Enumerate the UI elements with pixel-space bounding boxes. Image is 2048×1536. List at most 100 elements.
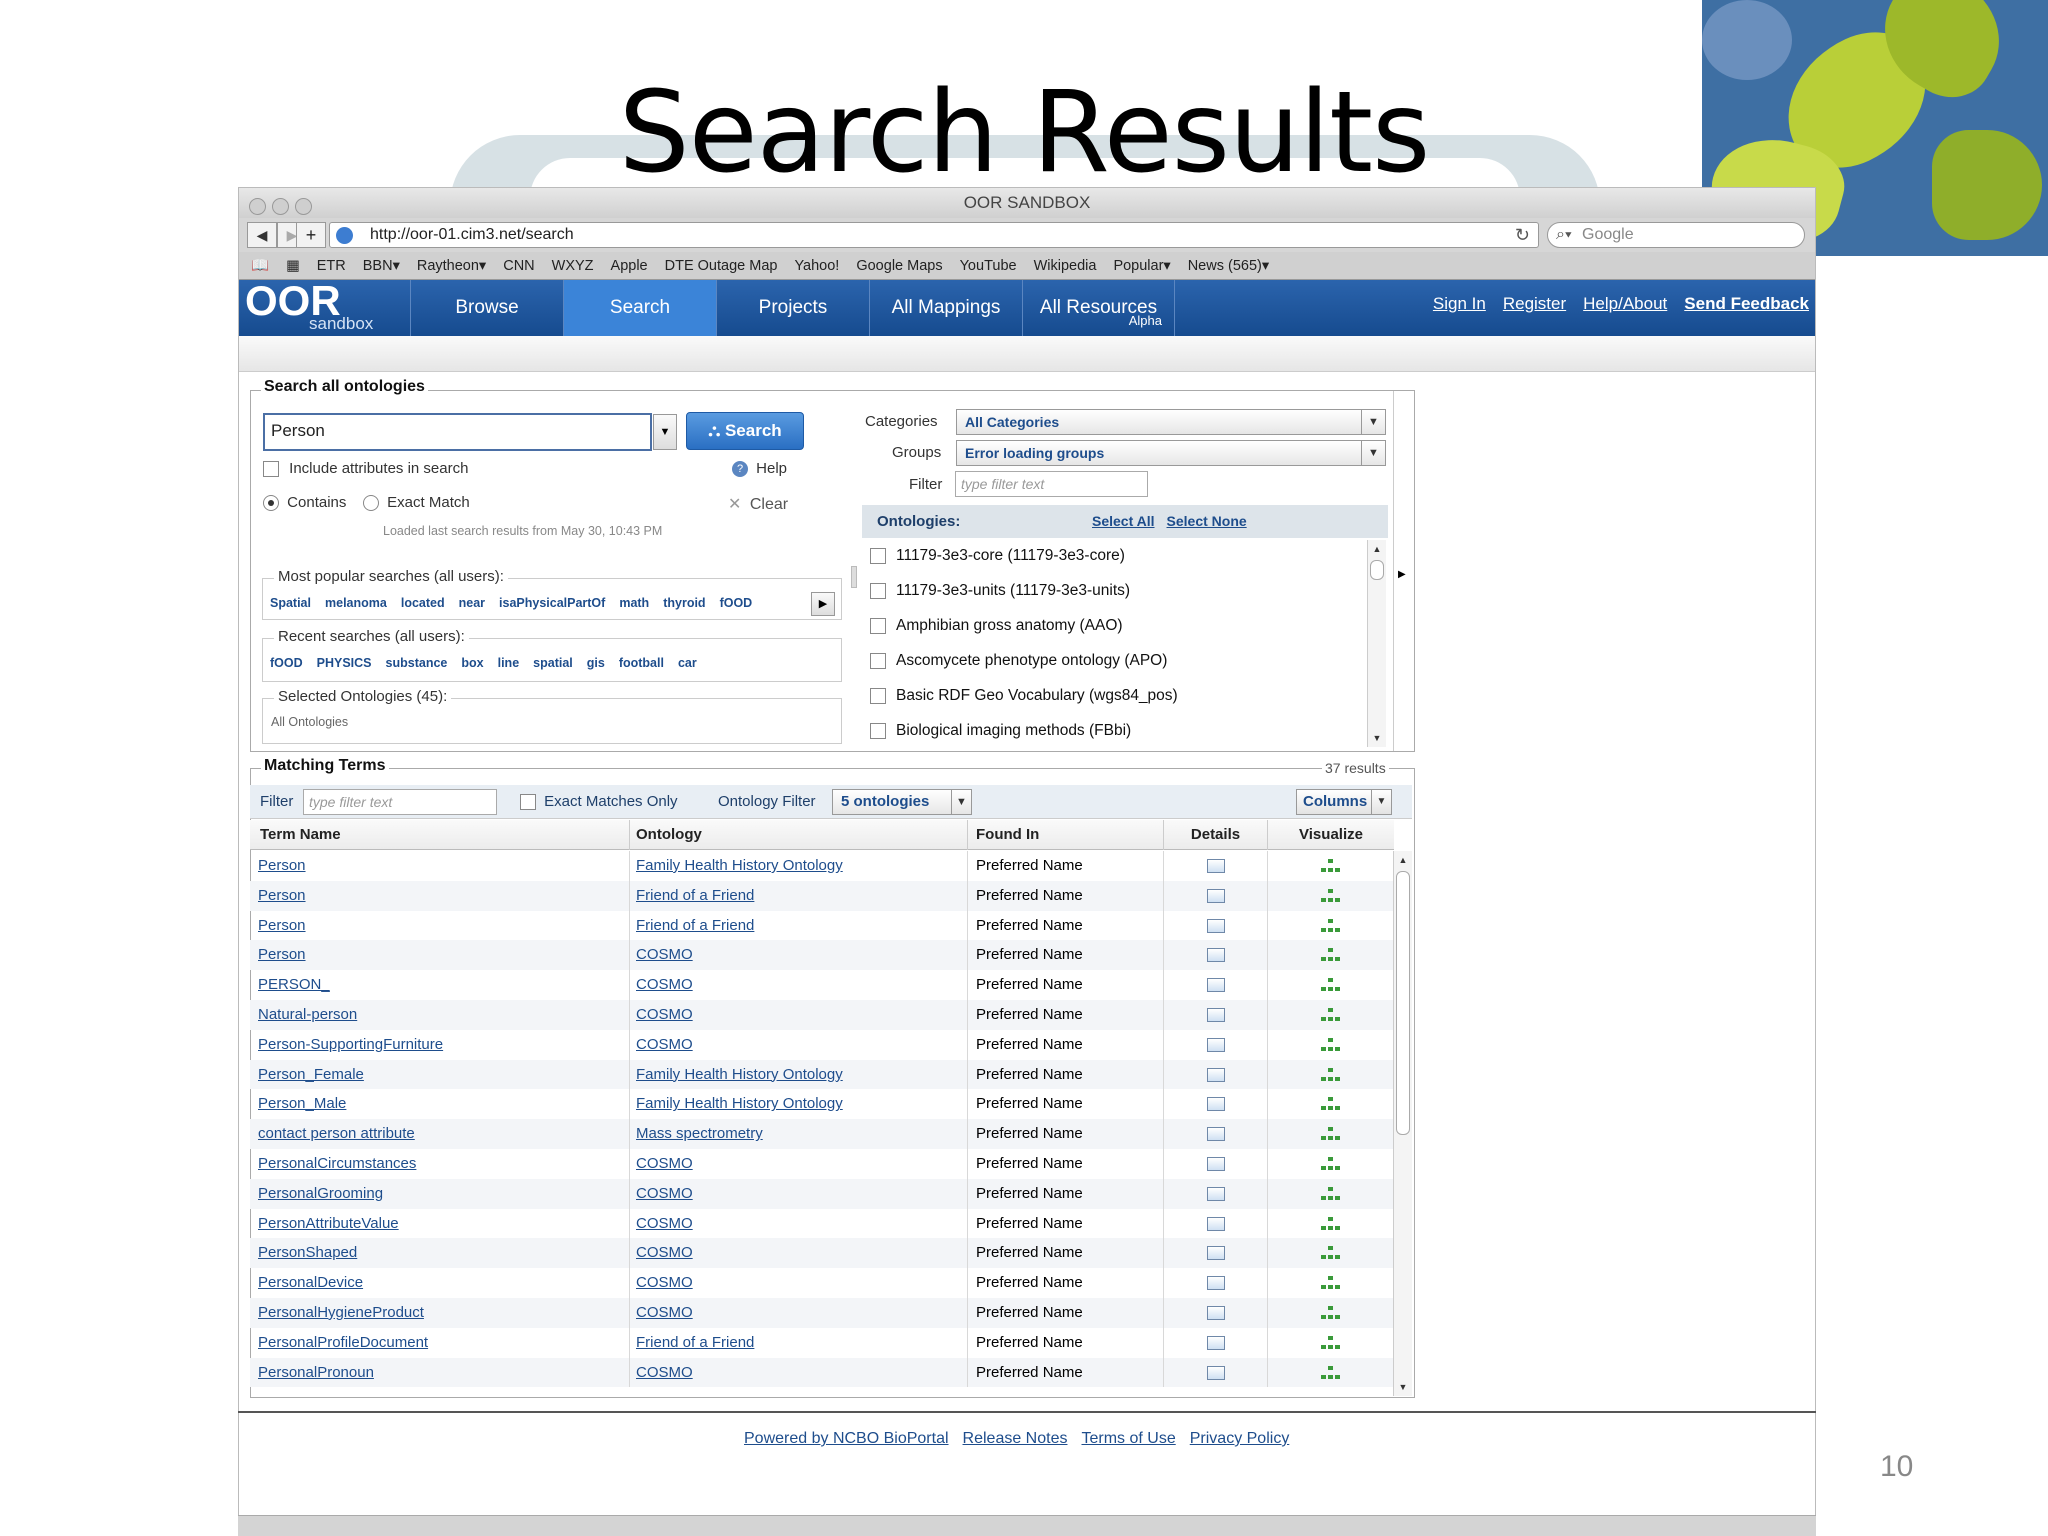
details-icon[interactable] <box>1206 1067 1225 1082</box>
term-name-link[interactable]: PersonalCircumstances <box>258 1155 416 1172</box>
ontology-checkbox[interactable] <box>870 722 886 739</box>
visualize-cell[interactable] <box>1268 1089 1394 1119</box>
add-bookmark-icon[interactable]: + <box>296 222 326 248</box>
list-item[interactable]: Amphibian gross anatomy (AAO) <box>862 608 1370 643</box>
table-row[interactable]: PERSON_ COSMO Preferred Name <box>250 970 1394 1000</box>
visualize-cell[interactable] <box>1268 911 1394 941</box>
details-cell[interactable] <box>1164 910 1268 941</box>
back-icon[interactable]: ◀ <box>247 222 277 248</box>
ontology-link[interactable]: Friend of a Friend <box>636 1334 754 1351</box>
term-name-link[interactable]: Person <box>258 917 306 934</box>
term-name-link[interactable]: contact person attribute <box>258 1125 415 1142</box>
details-cell[interactable] <box>1164 1029 1268 1060</box>
bookmark[interactable]: Raytheon▾ <box>417 258 486 274</box>
table-row[interactable]: contact person attribute Mass spectrometr… <box>250 1119 1394 1149</box>
ontology-link[interactable]: Family Health History Ontology <box>636 1066 843 1083</box>
details-cell[interactable] <box>1164 1148 1268 1179</box>
footer-link-bioportal[interactable]: Powered by NCBO BioPortal <box>744 1430 949 1447</box>
contains-option[interactable]: Contains <box>263 494 346 512</box>
visualize-cell[interactable] <box>1268 1060 1394 1090</box>
scroll-down-icon[interactable]: ▼ <box>1394 1378 1412 1396</box>
bookmark[interactable]: Popular▾ <box>1113 258 1170 274</box>
visualize-cell[interactable] <box>1268 1000 1394 1030</box>
ontology-link[interactable]: Family Health History Ontology <box>636 1095 843 1112</box>
table-row[interactable]: PersonalHygieneProduct COSMO Preferred Nam… <box>250 1297 1394 1328</box>
popular-tag[interactable]: fOOD <box>720 596 753 610</box>
visualize-cell[interactable] <box>1268 881 1394 911</box>
details-cell[interactable] <box>1164 1119 1268 1149</box>
details-icon[interactable] <box>1206 978 1225 993</box>
visualize-cell[interactable] <box>1268 1119 1394 1149</box>
ontology-link[interactable]: COSMO <box>636 1155 693 1172</box>
details-cell[interactable] <box>1164 1238 1268 1269</box>
scroll-thumb[interactable] <box>1370 560 1384 580</box>
scroll-down-icon[interactable]: ▼ <box>1368 729 1386 747</box>
top-sites-icon[interactable]: ▦ <box>286 258 300 274</box>
search-history-dropdown[interactable]: ▼ <box>653 414 677 450</box>
term-name-link[interactable]: PersonalDevice <box>258 1274 363 1291</box>
details-icon[interactable] <box>1206 948 1225 963</box>
ontology-checkbox[interactable] <box>870 582 886 599</box>
details-icon[interactable] <box>1206 1127 1225 1142</box>
details-cell[interactable] <box>1164 1327 1268 1358</box>
details-cell[interactable] <box>1164 1268 1268 1298</box>
recent-tag[interactable]: substance <box>386 656 448 670</box>
oor-logo[interactable]: OOR sandbox <box>245 280 380 336</box>
term-name-link[interactable]: PersonalHygieneProduct <box>258 1304 424 1321</box>
footer-link-terms[interactable]: Terms of Use <box>1081 1430 1175 1447</box>
bookmark[interactable]: Google Maps <box>856 258 942 274</box>
more-tags-arrow-icon[interactable]: ▶ <box>811 592 835 616</box>
details-icon[interactable] <box>1206 1157 1225 1171</box>
term-name-link[interactable]: Person_Male <box>258 1095 346 1112</box>
ontologies-scrollbar[interactable]: ▲ ▼ <box>1367 540 1386 747</box>
column-header-details[interactable]: Details <box>1164 820 1268 850</box>
collapse-arrow-icon[interactable]: ▶ <box>1398 569 1406 580</box>
term-name-link[interactable]: Person <box>258 946 306 963</box>
details-icon[interactable] <box>1206 1216 1225 1231</box>
details-icon[interactable] <box>1206 859 1225 874</box>
details-cell[interactable] <box>1164 1208 1268 1239</box>
ontology-link[interactable]: COSMO <box>636 946 693 963</box>
recent-tag[interactable]: box <box>461 656 483 670</box>
visualize-cell[interactable] <box>1268 851 1394 881</box>
table-row[interactable]: PersonalDevice COSMO Preferred Name <box>250 1268 1394 1298</box>
ontology-link[interactable]: Friend of a Friend <box>636 887 754 904</box>
address-bar[interactable]: + http://oor-01.cim3.net/search ↻ <box>296 222 1539 248</box>
register-link[interactable]: Register <box>1503 294 1566 313</box>
help-link[interactable]: ? Help <box>732 460 787 478</box>
popular-tag[interactable]: located <box>401 596 445 610</box>
ontology-link[interactable]: COSMO <box>636 976 693 993</box>
term-name-link[interactable]: PERSON_ <box>258 976 330 993</box>
ontology-link[interactable]: COSMO <box>636 1006 693 1023</box>
recent-tag[interactable]: PHYSICS <box>317 656 372 670</box>
visualize-cell[interactable] <box>1268 940 1394 970</box>
list-item[interactable]: Biological imaging methods (FBbi) <box>862 713 1370 748</box>
table-row[interactable]: Natural-person COSMO Preferred Name <box>250 999 1394 1030</box>
footer-link-release-notes[interactable]: Release Notes <box>963 1430 1068 1447</box>
bookmark[interactable]: BBN▾ <box>363 258 400 274</box>
send-feedback-link[interactable]: Send Feedback <box>1684 294 1809 313</box>
ontology-link[interactable]: COSMO <box>636 1274 693 1291</box>
reading-list-icon[interactable]: 📖 <box>251 258 269 274</box>
tab-browse[interactable]: Browse <box>410 280 563 336</box>
scroll-thumb[interactable] <box>1396 871 1410 1135</box>
clear-button[interactable]: ✕ Clear <box>728 494 788 514</box>
details-icon[interactable] <box>1206 1276 1225 1291</box>
details-cell[interactable] <box>1164 999 1268 1030</box>
visualize-cell[interactable] <box>1268 1149 1394 1179</box>
exact-match-radio[interactable] <box>363 495 379 512</box>
scroll-up-icon[interactable]: ▲ <box>1394 851 1412 869</box>
search-input[interactable]: Person <box>263 413 652 451</box>
categories-select[interactable]: All Categories ▼ <box>956 409 1386 435</box>
tab-all-mappings[interactable]: All Mappings <box>869 280 1022 336</box>
close-icon[interactable] <box>249 198 266 215</box>
details-icon[interactable] <box>1206 1008 1225 1023</box>
columns-button[interactable]: Columns ▼ <box>1296 789 1392 815</box>
bookmark[interactable]: Wikipedia <box>1034 258 1097 274</box>
groups-select[interactable]: Error loading groups ▼ <box>956 440 1386 466</box>
recent-tag[interactable]: gis <box>587 656 605 670</box>
bookmark[interactable]: WXYZ <box>552 258 594 274</box>
select-all-link[interactable]: Select All <box>1092 513 1155 529</box>
include-attributes-checkbox[interactable] <box>263 461 279 478</box>
browser-search-field[interactable]: ⌕▾ Google <box>1547 222 1805 248</box>
